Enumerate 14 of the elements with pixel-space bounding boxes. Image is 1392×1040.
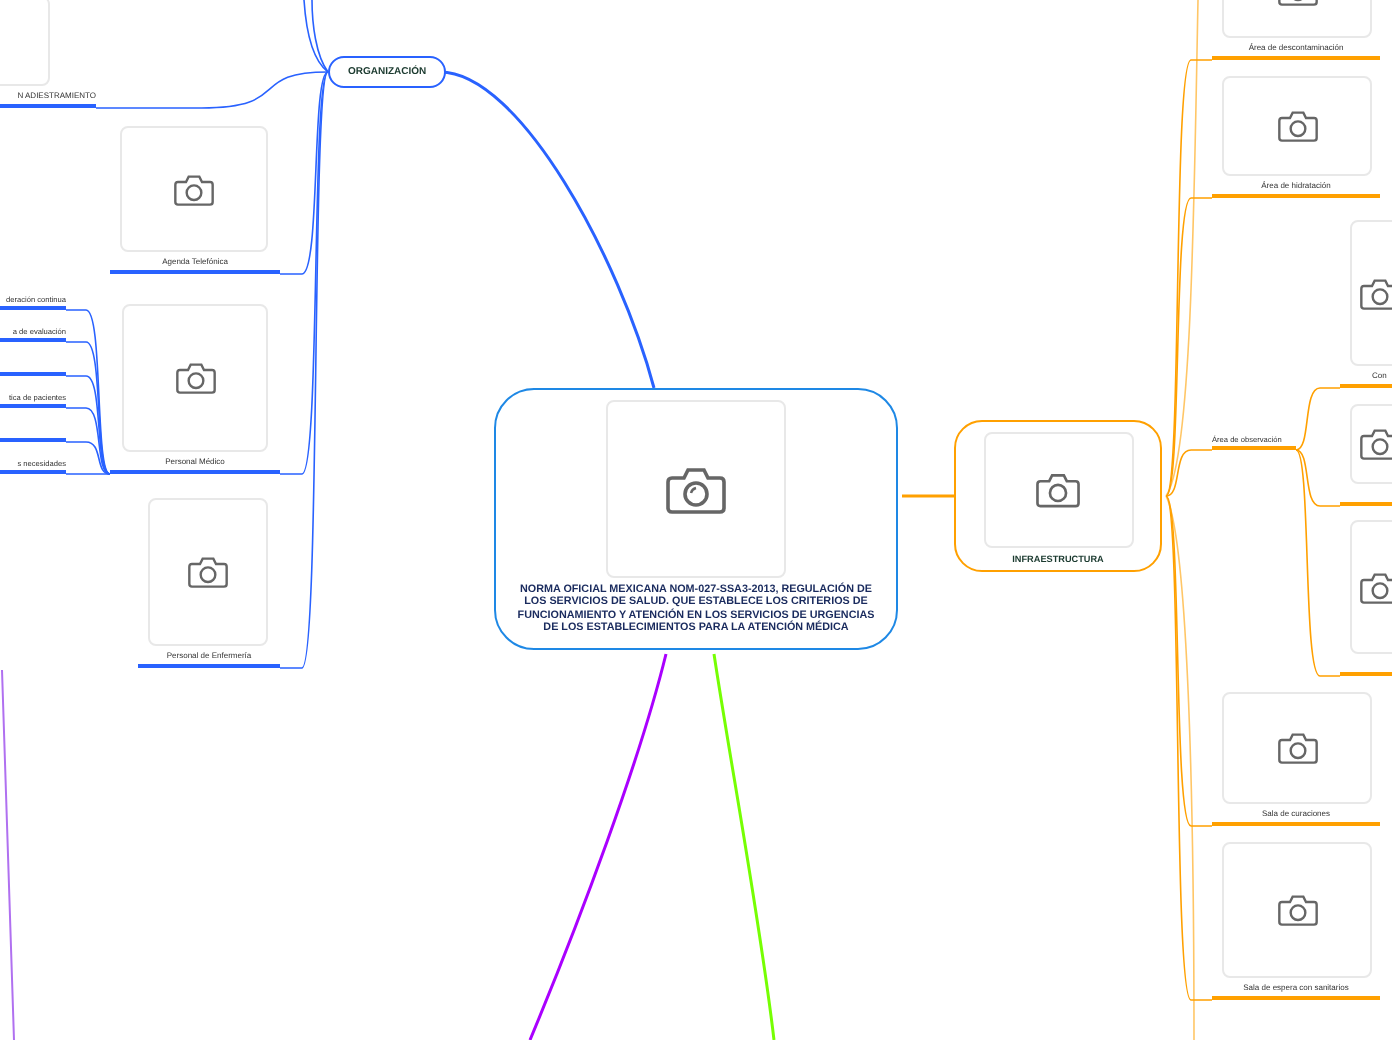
camera-icon xyxy=(1277,894,1317,926)
camera-icon xyxy=(1277,110,1317,142)
camera-icon xyxy=(1277,732,1317,764)
camera-icon xyxy=(666,465,726,513)
camera-icon xyxy=(1360,277,1392,309)
central-topic-card[interactable] xyxy=(494,388,898,650)
camera-icon xyxy=(175,362,215,394)
camera-icon xyxy=(188,556,228,588)
image-node[interactable] xyxy=(1340,404,1392,506)
camera-icon xyxy=(1360,428,1392,460)
camera-icon xyxy=(1036,472,1080,508)
image-node[interactable] xyxy=(1340,520,1392,676)
camera-icon xyxy=(174,173,214,205)
camera-icon xyxy=(1360,571,1392,603)
